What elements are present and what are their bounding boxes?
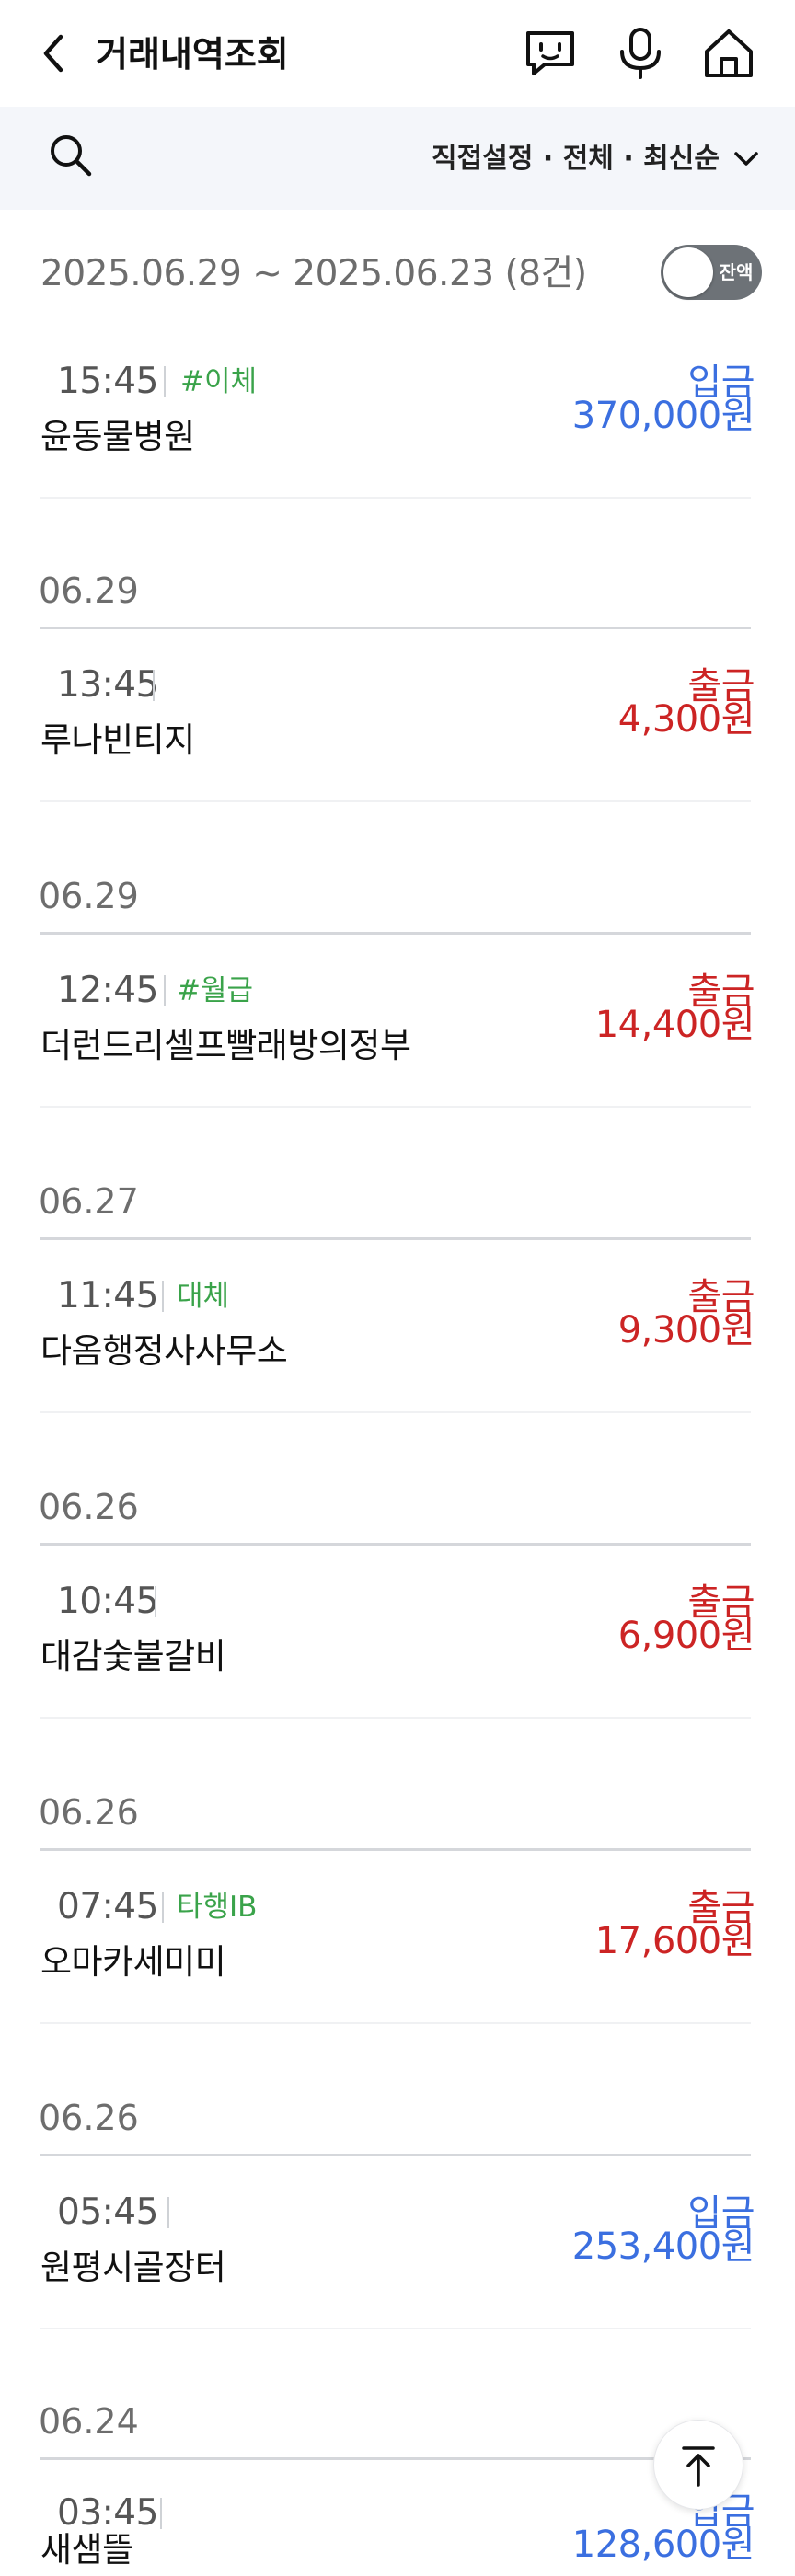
date-header: 06.29	[39, 876, 139, 916]
date-divider	[40, 1237, 751, 1240]
transaction-amount: 14,400원	[594, 1004, 755, 1046]
time-divider	[153, 670, 155, 701]
balance-toggle-label: 잔액	[719, 261, 754, 283]
voice-search-button[interactable]	[611, 24, 670, 83]
row-separator	[40, 2022, 751, 2024]
chatbot-button[interactable]	[521, 24, 580, 83]
transaction-name[interactable]: 대감숯불갈비	[40, 1631, 226, 1683]
transaction-name[interactable]: 다옴행정사사무소	[40, 1326, 288, 1377]
date-header: 06.29	[39, 570, 139, 611]
date-divider	[40, 627, 751, 629]
search-icon	[51, 135, 92, 177]
page-title: 거래내역조회	[96, 34, 289, 75]
microphone-icon	[620, 28, 661, 79]
time-divider	[160, 2498, 162, 2529]
time-divider	[164, 366, 166, 397]
scroll-to-top-button[interactable]	[653, 2420, 743, 2510]
transaction-amount: 253,400원	[571, 2225, 755, 2268]
filter-label: 직접설정 · 전체 · 최신순	[432, 143, 720, 175]
date-range-summary: 2025.06.29 ~ 2025.06.23 (8건)	[40, 253, 587, 294]
transaction-time: 10:45	[57, 1581, 158, 1622]
date-header: 06.26	[39, 1487, 139, 1527]
time-divider	[164, 975, 166, 1006]
chatbot-icon	[526, 31, 574, 75]
time-divider	[155, 1586, 156, 1617]
transaction-name[interactable]: 더런드리셀프빨래방의정부	[40, 1020, 411, 1072]
transaction-tag: #월급	[177, 974, 254, 1007]
home-icon	[705, 29, 753, 77]
transaction-tag: 타행IB	[177, 1891, 258, 1924]
chevron-left-icon	[43, 34, 63, 73]
date-header: 06.26	[39, 2098, 139, 2138]
back-button[interactable]	[33, 26, 79, 81]
row-separator	[40, 2328, 751, 2329]
balance-toggle[interactable]: 잔액	[661, 245, 762, 300]
transaction-name[interactable]: 새샘뜰	[40, 2524, 133, 2576]
transaction-time: 05:45	[57, 2191, 158, 2233]
transaction-time: 11:45	[57, 1275, 158, 1317]
date-header: 06.24	[39, 2401, 139, 2442]
transaction-name[interactable]: 윤동물병원	[40, 411, 195, 463]
date-divider	[40, 1848, 751, 1851]
time-divider	[167, 2197, 169, 2228]
transaction-amount: 128,600원	[571, 2524, 755, 2566]
date-divider	[40, 2457, 751, 2460]
time-divider	[162, 1892, 164, 1923]
home-button[interactable]	[699, 24, 758, 83]
time-divider	[162, 1281, 164, 1312]
transaction-amount: 9,300원	[617, 1309, 755, 1351]
date-divider	[40, 2154, 751, 2156]
date-divider	[40, 1543, 751, 1546]
transaction-amount: 4,300원	[617, 698, 755, 741]
transaction-tag: #이체	[180, 365, 258, 398]
toggle-knob	[663, 247, 713, 297]
date-header: 06.27	[39, 1181, 139, 1222]
transaction-amount: 370,000원	[571, 395, 755, 437]
search-button[interactable]	[46, 131, 96, 180]
row-separator	[40, 1717, 751, 1719]
transaction-name[interactable]: 루나빈티지	[40, 715, 195, 766]
transaction-amount: 17,600원	[594, 1920, 755, 1962]
date-header: 06.26	[39, 1792, 139, 1833]
filter-dropdown[interactable]: 직접설정 · 전체 · 최신순	[432, 136, 760, 182]
row-separator	[40, 800, 751, 802]
date-divider	[40, 932, 751, 935]
transaction-tag: 대체	[177, 1280, 230, 1313]
transaction-time: 12:45	[57, 970, 158, 1011]
transaction-time: 15:45	[57, 361, 158, 402]
chevron-down-icon	[734, 152, 758, 166]
transaction-time: 13:45	[57, 664, 158, 706]
transaction-name[interactable]: 오마카세미미	[40, 1937, 226, 1988]
row-separator	[40, 1411, 751, 1413]
row-separator	[40, 1106, 751, 1108]
transaction-name[interactable]: 원평시골장터	[40, 2242, 226, 2294]
app-header: 거래내역조회	[0, 0, 795, 107]
row-separator	[40, 497, 751, 499]
transaction-time: 07:45	[57, 1886, 158, 1927]
arrow-up-icon	[682, 2446, 715, 2487]
transaction-amount: 6,900원	[617, 1615, 755, 1657]
